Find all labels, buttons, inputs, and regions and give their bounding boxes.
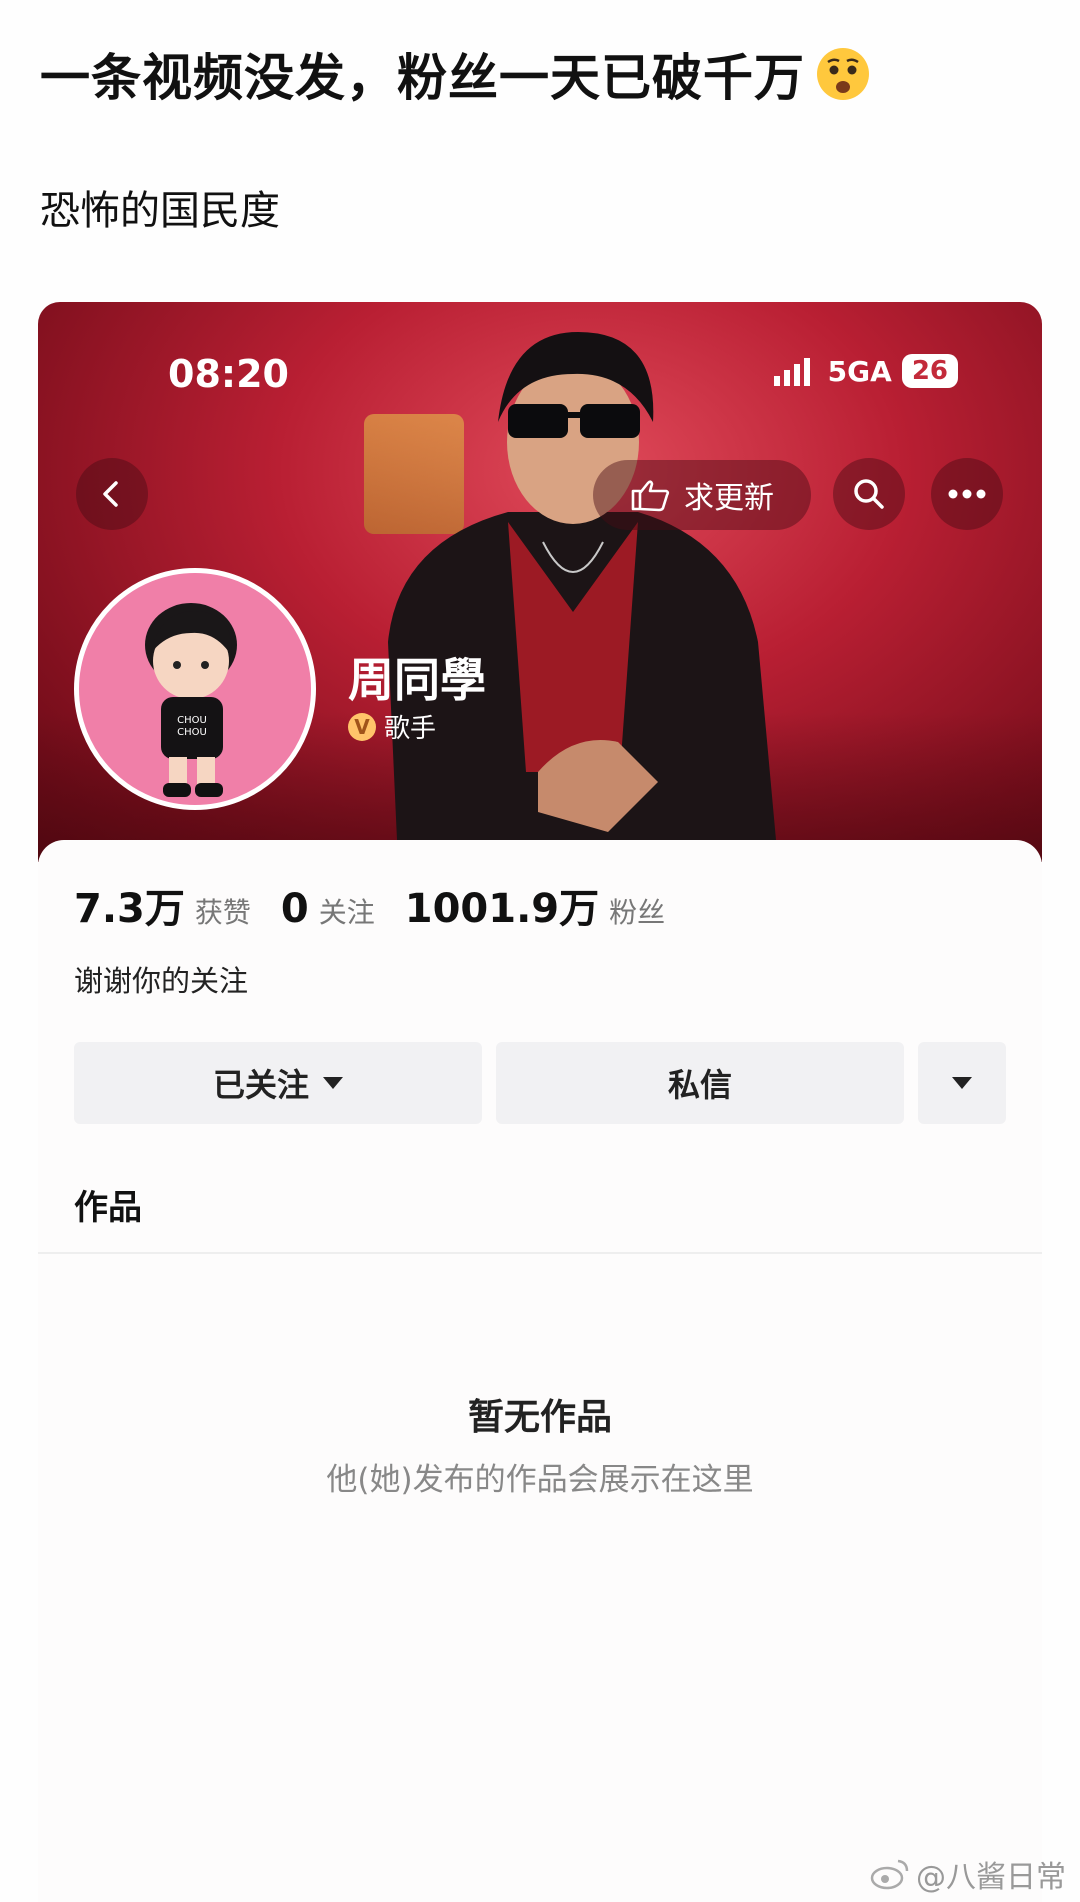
banner-person-image xyxy=(388,332,778,862)
search-icon xyxy=(854,479,884,509)
empty-state-description: 他(她)发布的作品会展示在这里 xyxy=(326,1462,754,1498)
message-label: 私信 xyxy=(667,1066,732,1104)
status-indicators: 5GA 26 xyxy=(773,354,958,388)
svg-text:CHOU: CHOU xyxy=(177,715,207,726)
profile-name: 周同學 xyxy=(348,653,486,707)
back-button[interactable] xyxy=(76,458,148,530)
avatar[interactable]: CHOU CHOU xyxy=(74,568,316,810)
stat-value: 7.3万 xyxy=(74,886,185,932)
profile-info-panel: 7.3万 获赞 0 关注 1001.9万 粉丝 谢谢你的关注 已关注 私信 作品… xyxy=(38,840,1042,1902)
more-button[interactable] xyxy=(931,458,1003,530)
more-dots-icon xyxy=(948,489,986,499)
tab-divider xyxy=(38,1252,1042,1254)
message-button[interactable]: 私信 xyxy=(496,1042,904,1124)
stat-value: 0 xyxy=(280,886,309,932)
request-update-label: 求更新 xyxy=(684,481,774,516)
caret-down-icon xyxy=(323,1077,343,1089)
anxious-face-icon xyxy=(817,48,869,100)
post-title-text: 一条视频没发，粉丝一天已破千万 xyxy=(40,49,805,107)
network-label: 5GA xyxy=(827,354,892,388)
watermark: @八酱日常 xyxy=(870,1852,1066,1896)
pointing-hand-icon xyxy=(631,480,670,512)
battery-icon: 26 xyxy=(901,354,958,388)
caret-down-icon xyxy=(952,1077,972,1089)
status-time: 08:20 xyxy=(168,352,289,396)
request-update-button[interactable]: 求更新 xyxy=(593,460,811,530)
stat-label: 关注 xyxy=(318,896,375,929)
tab-works[interactable]: 作品 xyxy=(74,1180,142,1229)
cartoon-avatar-image: CHOU CHOU xyxy=(145,603,237,797)
stat-label: 获赞 xyxy=(194,896,251,929)
search-button[interactable] xyxy=(833,458,905,530)
chevron-left-icon xyxy=(103,481,118,507)
verification-row: V 歌手 xyxy=(348,708,436,745)
profile-banner: 08:20 5GA 26 求更新 CHOU CHOU 周同學 V 歌手 xyxy=(38,302,1042,862)
signal-icon xyxy=(773,358,810,386)
profile-screenshot: 08:20 5GA 26 求更新 CHOU CHOU 周同學 V 歌手 7.3万… xyxy=(38,302,1042,1902)
post-subtitle: 恐怖的国民度 xyxy=(40,188,280,234)
weibo-logo-icon xyxy=(870,1859,909,1890)
following-label: 已关注 xyxy=(212,1066,309,1104)
verified-badge-icon: V xyxy=(348,712,376,741)
stat-followers[interactable]: 1001.9万 粉丝 xyxy=(405,876,665,934)
following-button[interactable]: 已关注 xyxy=(74,1042,482,1124)
svg-text:CHOU: CHOU xyxy=(177,727,207,738)
more-actions-button[interactable] xyxy=(918,1042,1006,1124)
verification-label: 歌手 xyxy=(384,714,437,744)
post-title: 一条视频没发，粉丝一天已破千万 xyxy=(40,38,871,110)
stat-label: 粉丝 xyxy=(609,896,666,929)
empty-state-title: 暂无作品 xyxy=(467,1397,612,1438)
profile-bio: 谢谢你的关注 xyxy=(74,964,249,998)
stat-likes[interactable]: 7.3万 获赞 xyxy=(74,876,251,934)
watermark-text: @八酱日常 xyxy=(916,1860,1066,1895)
stats-row: 7.3万 获赞 0 关注 1001.9万 粉丝 xyxy=(74,876,695,934)
stat-following[interactable]: 0 关注 xyxy=(281,886,375,932)
stat-value: 1001.9万 xyxy=(404,886,600,932)
